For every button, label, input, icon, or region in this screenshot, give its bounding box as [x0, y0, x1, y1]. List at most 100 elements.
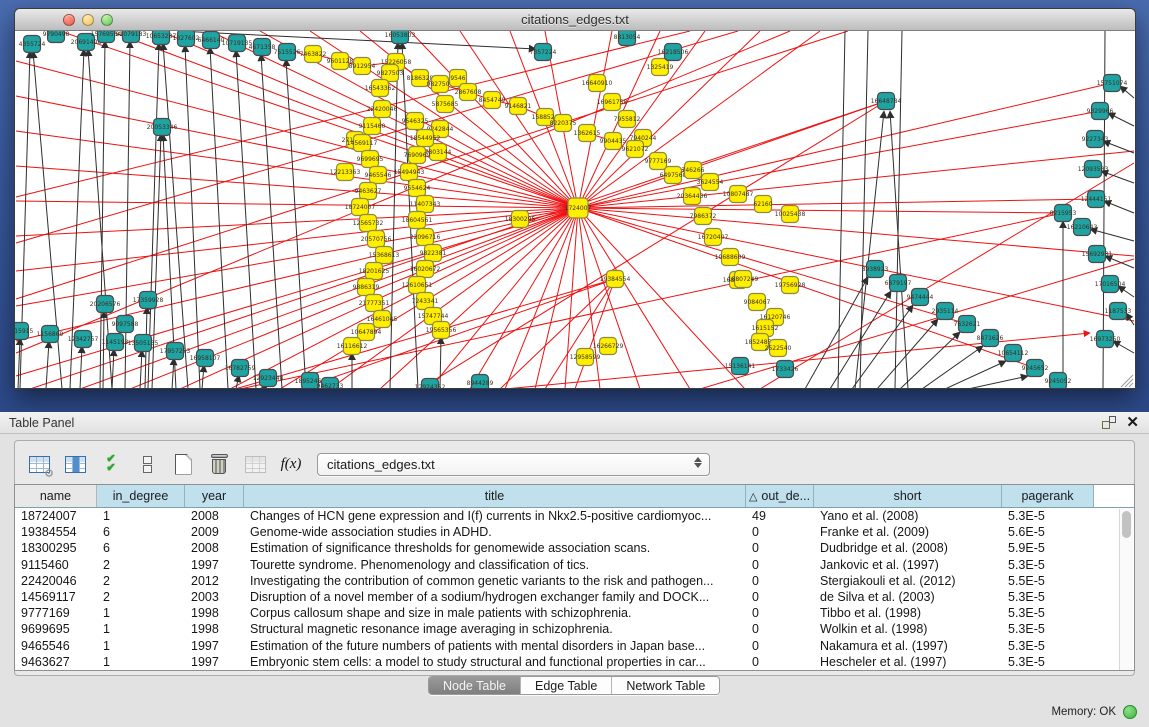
- cell-name[interactable]: 9463627: [15, 654, 97, 670]
- function-builder-icon[interactable]: f(x): [279, 452, 303, 476]
- cell-name[interactable]: 18300295: [15, 540, 97, 556]
- cell-pagerank[interactable]: 5.9E-5: [1002, 540, 1094, 556]
- column-header-name[interactable]: name: [15, 485, 97, 507]
- tab-node-table[interactable]: Node Table: [429, 677, 521, 694]
- cell-out_de[interactable]: 0: [746, 654, 814, 670]
- cell-pagerank[interactable]: 5.3E-5: [1002, 508, 1094, 524]
- cell-year[interactable]: 2008: [185, 508, 244, 524]
- cell-name[interactable]: 18724007: [15, 508, 97, 524]
- table-row[interactable]: 911546021997Tourette syndrome. Phenomeno…: [15, 557, 1134, 573]
- cell-out_de[interactable]: 0: [746, 557, 814, 573]
- cell-short[interactable]: Franke et al. (2009): [814, 524, 1002, 540]
- cell-name[interactable]: 9465546: [15, 638, 97, 654]
- cell-pagerank[interactable]: 5.3E-5: [1002, 605, 1094, 621]
- cell-in_degree[interactable]: 1: [97, 508, 185, 524]
- cell-out_de[interactable]: 0: [746, 638, 814, 654]
- table-row[interactable]: 2242004622012Investigating the contribut…: [15, 573, 1134, 589]
- column-header-year[interactable]: year: [185, 485, 244, 507]
- cell-short[interactable]: Yano et al. (2008): [814, 508, 1002, 524]
- network-canvas[interactable]: 7463822960112889129541522605898275038186…: [15, 31, 1135, 388]
- cell-in_degree[interactable]: 1: [97, 638, 185, 654]
- unselect-all-icon[interactable]: [135, 452, 159, 476]
- column-header-out_de[interactable]: △out_de...: [746, 485, 814, 507]
- network-window[interactable]: citations_edges.txt 74638229601128891295…: [14, 8, 1136, 389]
- cell-in_degree[interactable]: 6: [97, 524, 185, 540]
- delete-table-icon[interactable]: [207, 452, 231, 476]
- table-row[interactable]: 969969511998Structural magnetic resonanc…: [15, 621, 1134, 637]
- column-header-in_degree[interactable]: in_degree: [97, 485, 185, 507]
- cell-name[interactable]: 22420046: [15, 573, 97, 589]
- select-all-icon[interactable]: ✔✔: [99, 452, 123, 476]
- network-window-titlebar[interactable]: citations_edges.txt: [15, 9, 1135, 31]
- cell-title[interactable]: Investigating the contribution of common…: [244, 573, 746, 589]
- cell-out_de[interactable]: 0: [746, 621, 814, 637]
- cell-year[interactable]: 1997: [185, 654, 244, 670]
- cell-year[interactable]: 2008: [185, 540, 244, 556]
- cell-in_degree[interactable]: 2: [97, 557, 185, 573]
- cell-year[interactable]: 2009: [185, 524, 244, 540]
- cell-year[interactable]: 1998: [185, 605, 244, 621]
- cell-in_degree[interactable]: 2: [97, 573, 185, 589]
- cell-title[interactable]: Disruption of a novel member of a sodium…: [244, 589, 746, 605]
- table-row[interactable]: 1830029562008Estimation of significance …: [15, 540, 1134, 556]
- column-header-title[interactable]: title: [244, 485, 746, 507]
- cell-year[interactable]: 1997: [185, 638, 244, 654]
- cell-year[interactable]: 1998: [185, 621, 244, 637]
- cell-pagerank[interactable]: 5.3E-5: [1002, 621, 1094, 637]
- cell-title[interactable]: Changes of HCN gene expression and I(f) …: [244, 508, 746, 524]
- resize-grip[interactable]: [1121, 375, 1133, 387]
- cell-short[interactable]: Wolkin et al. (1998): [814, 621, 1002, 637]
- cell-title[interactable]: Corpus callosum shape and size in male p…: [244, 605, 746, 621]
- table-options-icon[interactable]: ⚙: [27, 452, 51, 476]
- tab-edge-table[interactable]: Edge Table: [521, 677, 612, 694]
- cell-pagerank[interactable]: 5.5E-5: [1002, 573, 1094, 589]
- cell-title[interactable]: Embryonic stem cells: a model to study s…: [244, 654, 746, 670]
- show-column-icon[interactable]: [63, 452, 87, 476]
- cell-name[interactable]: 9115460: [15, 557, 97, 573]
- cell-out_de[interactable]: 0: [746, 589, 814, 605]
- cell-short[interactable]: Hescheler et al. (1997): [814, 654, 1002, 670]
- cell-title[interactable]: Structural magnetic resonance image aver…: [244, 621, 746, 637]
- cell-pagerank[interactable]: 5.3E-5: [1002, 557, 1094, 573]
- tab-network-table[interactable]: Network Table: [612, 677, 719, 694]
- cell-year[interactable]: 1997: [185, 557, 244, 573]
- cell-pagerank[interactable]: 5.3E-5: [1002, 654, 1094, 670]
- cell-out_de[interactable]: 0: [746, 524, 814, 540]
- cell-out_de[interactable]: 0: [746, 540, 814, 556]
- cell-pagerank[interactable]: 5.6E-5: [1002, 524, 1094, 540]
- table-row[interactable]: 1456911722003Disruption of a novel membe…: [15, 589, 1134, 605]
- cell-title[interactable]: Estimation of the future numbers of pati…: [244, 638, 746, 654]
- cell-out_de[interactable]: 0: [746, 605, 814, 621]
- cell-name[interactable]: 9699695: [15, 621, 97, 637]
- scrollbar-thumb[interactable]: [1122, 511, 1131, 538]
- cell-title[interactable]: Tourette syndrome. Phenomenology and cla…: [244, 557, 746, 573]
- table-vertical-scrollbar[interactable]: [1119, 509, 1133, 671]
- table-row[interactable]: 1938455462009Genome-wide association stu…: [15, 524, 1134, 540]
- cell-in_degree[interactable]: 1: [97, 621, 185, 637]
- cell-year[interactable]: 2012: [185, 573, 244, 589]
- cell-in_degree[interactable]: 6: [97, 540, 185, 556]
- new-table-icon[interactable]: [171, 452, 195, 476]
- cell-pagerank[interactable]: 5.3E-5: [1002, 638, 1094, 654]
- cell-short[interactable]: Tibbo et al. (1998): [814, 605, 1002, 621]
- column-header-pagerank[interactable]: pagerank: [1002, 485, 1094, 507]
- cell-out_de[interactable]: 49: [746, 508, 814, 524]
- table-row[interactable]: 946554611997Estimation of the future num…: [15, 638, 1134, 654]
- cell-out_de[interactable]: 0: [746, 573, 814, 589]
- cell-in_degree[interactable]: 2: [97, 589, 185, 605]
- cell-year[interactable]: 2003: [185, 589, 244, 605]
- cell-name[interactable]: 19384554: [15, 524, 97, 540]
- cell-short[interactable]: Stergiakouli et al. (2012): [814, 573, 1002, 589]
- cell-in_degree[interactable]: 1: [97, 605, 185, 621]
- cell-short[interactable]: Jankovic et al. (1997): [814, 557, 1002, 573]
- cell-name[interactable]: 9777169: [15, 605, 97, 621]
- cell-short[interactable]: Dudbridge et al. (2008): [814, 540, 1002, 556]
- cell-pagerank[interactable]: 5.3E-5: [1002, 589, 1094, 605]
- cell-title[interactable]: Estimation of significance thresholds fo…: [244, 540, 746, 556]
- column-header-short[interactable]: short: [814, 485, 1002, 507]
- table-row[interactable]: 946362711997Embryonic stem cells: a mode…: [15, 654, 1134, 670]
- float-panel-icon[interactable]: [1102, 416, 1116, 429]
- cell-short[interactable]: de Silva et al. (2003): [814, 589, 1002, 605]
- table-row[interactable]: 977716911998Corpus callosum shape and si…: [15, 605, 1134, 621]
- table-selector-dropdown[interactable]: citations_edges.txt: [317, 453, 710, 476]
